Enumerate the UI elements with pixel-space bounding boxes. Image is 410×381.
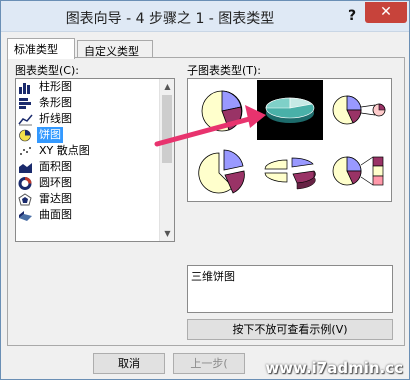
- line-chart-icon: [18, 114, 33, 125]
- watermark: www.i7admin.cc: [265, 359, 403, 377]
- list-item-label: 圆环图: [39, 176, 72, 189]
- list-item-label: XY 散点图: [39, 144, 90, 157]
- close-button[interactable]: ✕: [365, 2, 407, 23]
- list-item-scatter[interactable]: XY 散点图: [16, 143, 174, 159]
- list-item-label: 雷达图: [39, 192, 72, 205]
- tab-standard-types[interactable]: 标准类型: [7, 38, 75, 59]
- tab-custom-types[interactable]: 自定义类型: [77, 40, 153, 58]
- subtype-bar-of-pie[interactable]: [325, 141, 391, 201]
- list-item-column[interactable]: 柱形图: [16, 79, 174, 95]
- exploded-pie-thumbnail-icon: [198, 149, 245, 194]
- scroll-up-icon[interactable]: ▲: [160, 79, 174, 94]
- subtype-exploded-pie[interactable]: [189, 141, 255, 201]
- chart-type-label: 图表类型(C):: [15, 64, 79, 77]
- surface-chart-icon: [19, 210, 32, 221]
- list-item-line[interactable]: 折线图: [16, 111, 174, 127]
- list-item-label: 柱形图: [39, 80, 72, 93]
- list-item-area[interactable]: 面积图: [16, 159, 174, 175]
- pie-chart-icon: [19, 129, 31, 141]
- list-item-radar[interactable]: 雷达图: [16, 191, 174, 207]
- tab-panel: 图表类型(C): 柱形图 条形图 折线图 饼图 XY 散点图 面积图 圆环图 雷…: [7, 57, 405, 346]
- list-item-label: 折线图: [39, 112, 72, 125]
- subtype-description: 三维饼图: [187, 265, 393, 313]
- scroll-thumb[interactable]: [162, 95, 172, 163]
- back-button[interactable]: 上一步(: [173, 353, 245, 374]
- list-item-label: 曲面图: [39, 208, 72, 221]
- preview-sample-button[interactable]: 按下不放可查看示例(V): [187, 319, 393, 340]
- doughnut-chart-icon: [18, 176, 32, 190]
- bar-of-pie-thumbnail-icon: [332, 156, 384, 186]
- scatter-chart-icon: [20, 146, 31, 155]
- bar-chart-icon: [19, 97, 31, 109]
- cancel-button[interactable]: 取消: [93, 353, 165, 374]
- list-item-surface[interactable]: 曲面图: [16, 207, 174, 223]
- list-item-label: 饼图: [37, 127, 63, 143]
- pie-thumbnail-icon: [201, 90, 243, 132]
- list-item-label: 条形图: [39, 96, 72, 109]
- subtype-pie[interactable]: [189, 80, 255, 140]
- subtype-exploded-3d-pie[interactable]: [257, 141, 323, 201]
- list-scrollbar[interactable]: ▲ ▼: [159, 79, 174, 241]
- subtype-grid: [187, 78, 392, 202]
- column-chart-icon: [19, 82, 30, 94]
- pie-of-pie-thumbnail-icon: [332, 95, 386, 125]
- subtype-pie-of-pie[interactable]: [325, 80, 391, 140]
- scroll-down-icon[interactable]: ▼: [160, 226, 174, 241]
- window-title: 图表向导 - 4 步骤之 1 - 图表类型: [65, 11, 275, 27]
- chart-type-list[interactable]: 柱形图 条形图 折线图 饼图 XY 散点图 面积图 圆环图 雷达图 曲面图 ▲ …: [15, 78, 175, 242]
- radar-chart-icon: [18, 192, 32, 205]
- subtype-3d-pie[interactable]: [257, 80, 323, 140]
- list-item-pie[interactable]: 饼图: [16, 127, 174, 143]
- list-item-bar[interactable]: 条形图: [16, 95, 174, 111]
- help-button[interactable]: ?: [341, 5, 363, 27]
- subtype-label: 子图表类型(T):: [187, 64, 262, 77]
- pie-3d-thumbnail-icon: [265, 97, 315, 123]
- list-item-doughnut[interactable]: 圆环图: [16, 175, 174, 191]
- list-item-label: 面积图: [39, 160, 72, 173]
- title-bar: 图表向导 - 4 步骤之 1 - 图表类型 ? ✕: [1, 1, 409, 32]
- area-chart-icon: [19, 162, 32, 173]
- chart-wizard-dialog: 图表向导 - 4 步骤之 1 - 图表类型 ? ✕ 标准类型 自定义类型 图表类…: [0, 0, 410, 380]
- exploded-3d-pie-thumbnail-icon: [264, 157, 316, 190]
